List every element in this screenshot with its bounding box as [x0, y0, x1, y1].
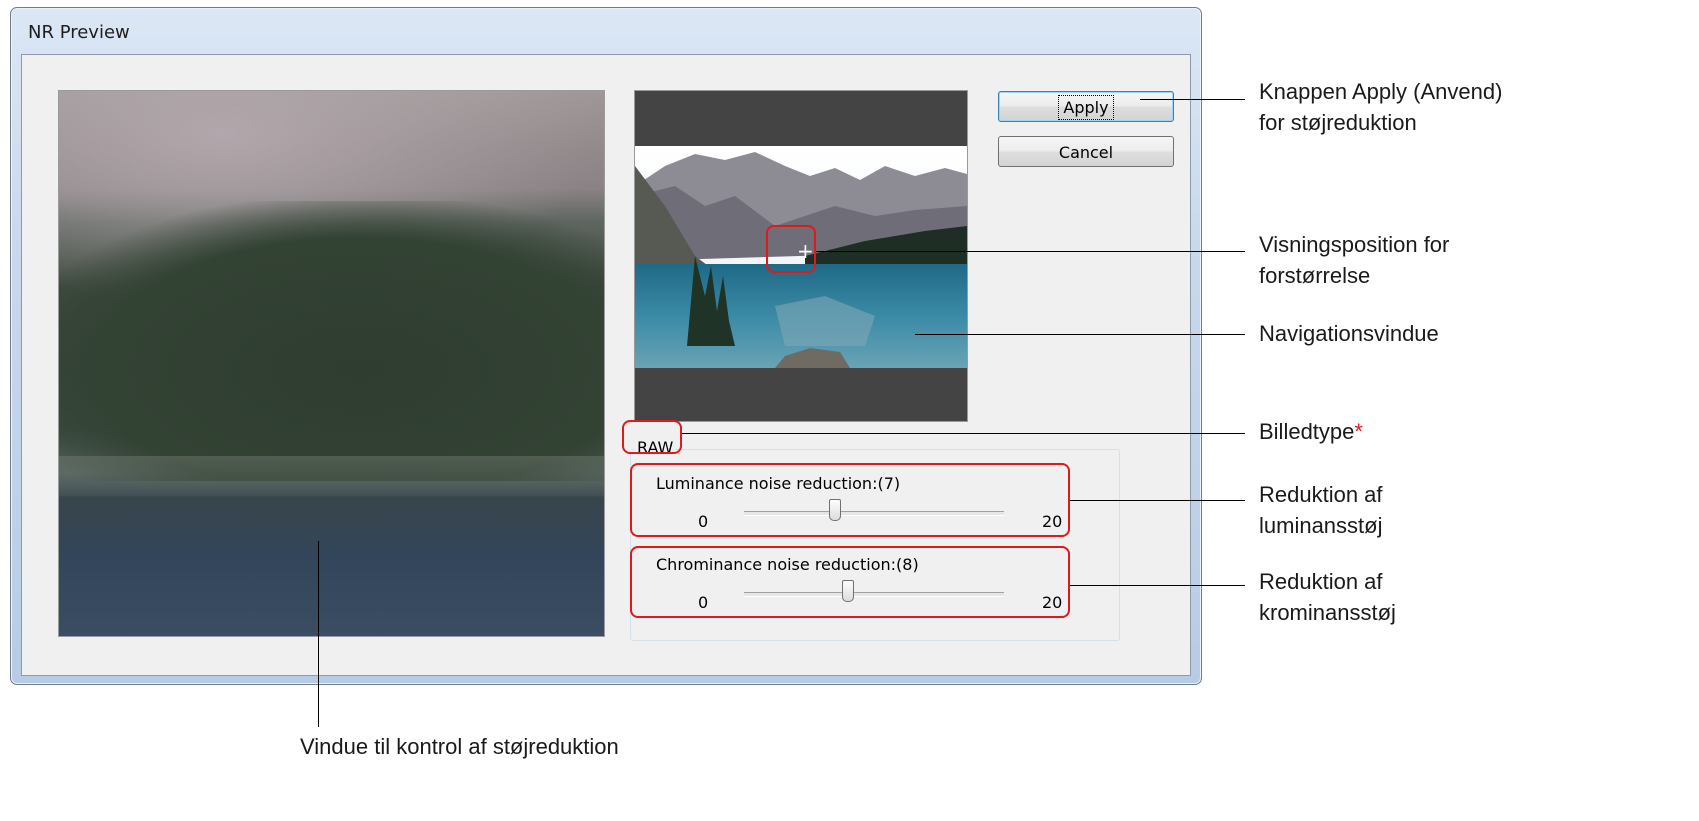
luminance-callout [630, 463, 1070, 537]
apply-annotation-line1: Knappen Apply (Anvend) [1259, 79, 1503, 104]
chrominance-leader-line [1070, 585, 1245, 586]
nr-window-annotation-text: Vindue til kontrol af støjreduktion [300, 734, 619, 759]
apply-leader-line [1140, 99, 1245, 100]
navigation-annotation-text: Navigationsvindue [1259, 321, 1439, 346]
navigation-leader-line [915, 334, 1245, 335]
apply-annotation: Knappen Apply (Anvend) for støjreduktion [1259, 76, 1502, 138]
chrominance-callout [630, 546, 1070, 618]
preview-shore [59, 456, 604, 496]
position-annotation: Visningsposition for forstørrelse [1259, 229, 1449, 291]
window-title: NR Preview [28, 22, 130, 43]
chrominance-annotation-line2: krominansstøj [1259, 600, 1396, 625]
nr-window-annotation: Vindue til kontrol af støjreduktion [300, 731, 619, 762]
asterisk-icon: * [1354, 419, 1363, 444]
position-annotation-line1: Visningsposition for [1259, 232, 1450, 257]
image-type-annotation-text: Billedtype [1259, 419, 1355, 444]
view-position-callout [766, 225, 816, 273]
luminance-annotation-line1: Reduktion af [1259, 482, 1383, 507]
nr-window-leader-line [318, 541, 319, 727]
apply-button-label: Apply [1058, 95, 1114, 120]
luminance-leader-line [1070, 500, 1245, 501]
image-type-callout [622, 420, 682, 454]
image-type-leader-line [682, 433, 1245, 434]
chrominance-annotation-line1: Reduktion af [1259, 569, 1383, 594]
luminance-annotation: Reduktion af luminansstøj [1259, 479, 1383, 541]
title-bar[interactable]: NR Preview [11, 8, 1201, 54]
cancel-button-label: Cancel [1058, 143, 1114, 162]
cancel-button[interactable]: Cancel [998, 136, 1174, 167]
position-annotation-line2: forstørrelse [1259, 263, 1371, 288]
navigation-annotation: Navigationsvindue [1259, 318, 1439, 349]
chrominance-annotation: Reduktion af krominansstøj [1259, 566, 1396, 628]
image-type-annotation: Billedtype* [1259, 416, 1363, 447]
apply-annotation-line2: for støjreduktion [1259, 110, 1417, 135]
preview-forest [59, 201, 604, 481]
position-leader-line [816, 251, 1245, 252]
noise-reduction-preview[interactable] [58, 90, 605, 637]
luminance-annotation-line2: luminansstøj [1259, 513, 1383, 538]
apply-button[interactable]: Apply [998, 91, 1174, 122]
